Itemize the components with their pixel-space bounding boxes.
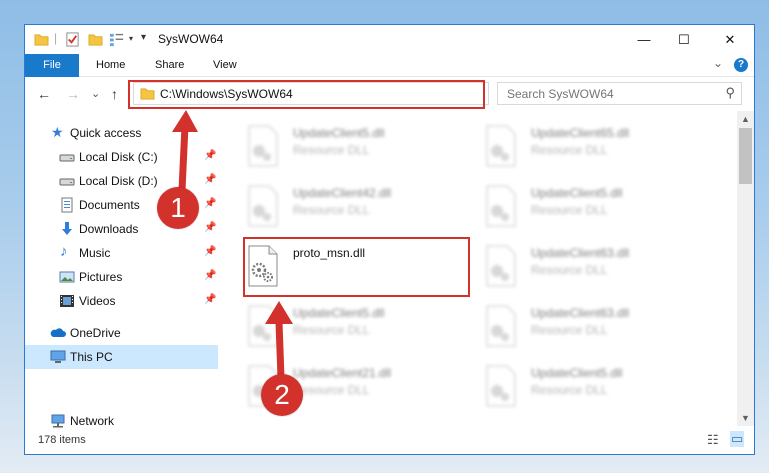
annotation-arrows (172, 110, 293, 382)
annotation-badge-1: 1 (157, 187, 199, 229)
arrow-1-head (172, 110, 198, 132)
arrow-1-shaft (178, 122, 189, 194)
arrow-2-head (265, 301, 293, 324)
arrow-2-shaft (275, 318, 285, 382)
annotation-badge-2: 2 (261, 374, 303, 416)
